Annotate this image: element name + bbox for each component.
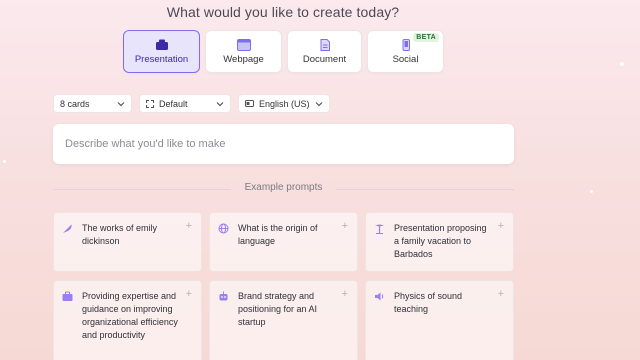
language-icon [245, 100, 254, 107]
chevron-down-icon [315, 101, 323, 107]
tab-social[interactable]: BETA Social [367, 30, 444, 73]
tab-document[interactable]: Document [287, 30, 362, 73]
feather-icon [63, 224, 72, 233]
expand-icon [146, 99, 154, 108]
example-text: Physics of sound teaching [394, 291, 463, 314]
example-card[interactable]: Physics of sound teaching + [365, 280, 514, 360]
tab-label: Document [302, 54, 347, 65]
example-card[interactable]: Providing expertise and guidance on impr… [53, 280, 202, 360]
globe-icon [218, 223, 229, 234]
plus-icon: + [497, 220, 504, 232]
cards-count-value: 8 cards [60, 98, 90, 109]
plus-icon: + [341, 288, 348, 300]
example-text: Presentation proposing a family vacation… [394, 223, 487, 259]
example-card[interactable]: What is the origin of language + [209, 212, 358, 272]
plus-icon: + [185, 220, 192, 232]
social-icon [402, 39, 410, 51]
cards-count-select[interactable]: 8 cards [53, 94, 132, 113]
page-heading: What would you like to create today? [166, 4, 400, 20]
speaker-icon [375, 292, 384, 301]
plus-icon: + [341, 220, 348, 232]
tab-label: Presentation [134, 54, 189, 65]
language-value: English (US) [259, 98, 310, 109]
sparkle-decoration [620, 62, 624, 66]
presentation-icon [155, 39, 168, 50]
document-icon [320, 39, 330, 51]
example-prompts-label: Example prompts [244, 182, 323, 193]
theme-select[interactable]: Default [139, 94, 231, 113]
palm-tree-icon [375, 224, 384, 234]
example-text: The works of emily dickinson [82, 223, 158, 246]
chevron-down-icon [117, 101, 125, 107]
robot-icon [219, 291, 228, 301]
prompt-input[interactable] [53, 124, 514, 164]
example-prompts-divider: Example prompts [53, 182, 514, 196]
sparkle-decoration [3, 160, 6, 163]
tab-presentation[interactable]: Presentation [123, 30, 200, 73]
example-text: What is the origin of language [238, 223, 318, 246]
prompt-container [53, 124, 514, 164]
tab-webpage[interactable]: Webpage [205, 30, 282, 73]
chevron-down-icon [216, 101, 224, 107]
beta-badge: BETA [413, 33, 439, 42]
theme-value: Default [159, 98, 188, 109]
example-card[interactable]: The works of emily dickinson + [53, 212, 202, 272]
webpage-icon [236, 39, 251, 51]
briefcase-icon [62, 291, 73, 301]
plus-icon: + [185, 288, 192, 300]
tab-label: Webpage [223, 54, 264, 65]
plus-icon: + [497, 288, 504, 300]
tab-label: Social [392, 54, 419, 65]
example-card[interactable]: Presentation proposing a family vacation… [365, 212, 514, 272]
language-select[interactable]: English (US) [238, 94, 330, 113]
sparkle-decoration [590, 190, 593, 193]
example-text: Brand strategy and positioning for an AI… [238, 291, 318, 327]
example-text: Providing expertise and guidance on impr… [82, 291, 178, 340]
example-card[interactable]: Brand strategy and positioning for an AI… [209, 280, 358, 360]
